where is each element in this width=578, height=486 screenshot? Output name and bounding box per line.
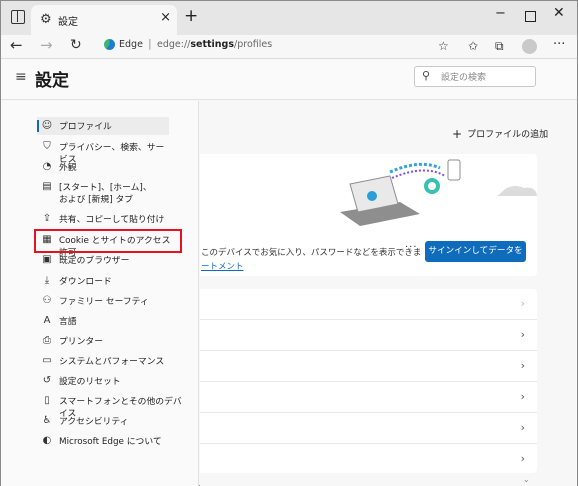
chevron-right-icon: › [520, 390, 525, 403]
gear-icon: ⚙ [40, 12, 52, 27]
start-home-icon: ▤ [42, 181, 52, 192]
address-bar[interactable]: Edge | edge://settings/profiles [97, 36, 477, 56]
list-item[interactable]: › [200, 413, 537, 444]
maximize-button[interactable] [525, 11, 536, 22]
settings-search-input[interactable]: ⚲ 設定の検索 [414, 66, 536, 87]
profile-avatar[interactable] [522, 39, 537, 54]
highlight-box [34, 229, 182, 253]
sidebar-item-label: 既定のブラウザー [59, 256, 130, 266]
sign-in-sync-button[interactable]: サインインしてデータを同期 [425, 241, 526, 277]
sidebar-item-label: 設定のリセット [59, 377, 121, 387]
sidebar-item-profiles[interactable]: ☺ プロファイル [37, 117, 169, 135]
phone-icon: ▯ [44, 395, 50, 406]
search-placeholder: 設定の検索 [441, 73, 487, 83]
profile-icon: ☺ [41, 120, 53, 131]
default-browser-icon: ▣ [42, 254, 52, 265]
tab-settings[interactable]: ⚙ 設定 × [31, 5, 177, 35]
search-icon: ⚲ [422, 69, 431, 82]
tab-title: 設定 [58, 17, 78, 28]
chevron-right-icon: › [520, 328, 525, 341]
site-label: Edge [119, 39, 143, 50]
address-separator: | [148, 37, 152, 50]
reset-icon: ↺ [42, 375, 52, 386]
settings-sidebar: ☺ プロファイル ⛉ プライバシー、検索、サービス ◔ 外観 ▤ [スタート]、… [1, 101, 199, 486]
language-icon: A [43, 315, 51, 326]
main-content: + プロファイルの追加 このデバイスでお気に入り、パスワードなどを表示できま ート… [200, 101, 577, 486]
back-button[interactable]: ← [10, 36, 23, 54]
forward-button[interactable]: → [40, 36, 53, 54]
printer-icon: ⎙ [43, 335, 51, 346]
chevron-right-icon: › [520, 359, 525, 372]
collections-icon[interactable]: ⧉ [495, 39, 504, 54]
sidebar-item-label: 外観 [59, 163, 77, 173]
reload-button[interactable]: ↻ [70, 37, 82, 53]
more-options-icon[interactable]: ··· [405, 242, 418, 253]
chevron-right-icon: › [520, 421, 525, 434]
add-favorite-icon[interactable]: ☆ [438, 39, 449, 53]
edge-icon: ◐ [42, 435, 52, 446]
list-item[interactable]: › [200, 320, 537, 351]
accessibility-icon: ♿ [42, 415, 52, 426]
sidebar-item-label: 共有、コピーして貼り付け [59, 215, 165, 225]
system-icon: ▭ [42, 355, 52, 366]
lock-icon: ⛉ [43, 141, 51, 152]
sidebar-item-label: プロファイル [59, 122, 112, 132]
download-icon: ⤓ [44, 275, 50, 286]
browser-window: ⚙ 設定 × + − ✕ ← → ↻ Edge | edge://setting… [0, 0, 578, 486]
page-title: 設定 [35, 71, 69, 91]
profile-settings-list: › › › › › › [200, 289, 537, 473]
tab-actions-icon[interactable] [11, 10, 25, 24]
sidebar-item-label: ファミリー セーフティ [59, 297, 149, 307]
sidebar-item-label: [スタート]、[ホーム]、および [新規] タブ [59, 183, 152, 205]
list-item[interactable]: › [200, 289, 537, 320]
list-item[interactable]: › [200, 351, 537, 382]
share-icon: ⇪ [42, 213, 52, 224]
family-icon: ⚇ [42, 295, 52, 306]
appearance-icon: ◔ [42, 161, 52, 172]
menu-icon[interactable]: ≡ [15, 69, 27, 85]
sync-description: このデバイスでお気に入り、パスワードなどを表示できま [201, 248, 422, 258]
close-tab-icon[interactable]: × [160, 10, 171, 25]
close-window-button[interactable]: ✕ [553, 5, 565, 21]
address-url[interactable]: edge://settings/profiles [157, 39, 272, 50]
sync-learn-more-link[interactable]: ートメント [201, 260, 244, 272]
list-item[interactable]: › [200, 444, 537, 475]
more-options-icon[interactable]: ··· [553, 37, 565, 52]
sidebar-item-label: プリンター [59, 337, 103, 347]
new-tab-button[interactable]: + [184, 6, 198, 26]
minimize-button[interactable]: − [495, 6, 506, 21]
sidebar-item-label: アクセシビリティ [59, 417, 129, 427]
sidebar-item-label: 言語 [59, 317, 77, 327]
chevron-right-icon: › [520, 297, 525, 310]
scroll-down-icon[interactable]: ⌄ [523, 475, 530, 484]
sync-illustration [340, 159, 537, 226]
sidebar-item-label: Microsoft Edge について [59, 437, 162, 447]
plus-icon: + [452, 127, 463, 141]
add-profile-button[interactable]: + プロファイルの追加 [452, 127, 548, 141]
sidebar-item-label: システムとパフォーマンス [59, 357, 165, 367]
sidebar-item-label: ダウンロード [59, 277, 112, 287]
title-bar: ⚙ 設定 × + − ✕ [1, 1, 577, 35]
add-profile-label: プロファイルの追加 [467, 130, 549, 140]
chevron-right-icon: › [520, 452, 525, 465]
edge-logo-icon [104, 39, 115, 50]
sync-card: このデバイスでお気に入り、パスワードなどを表示できま ートメント ··· サイン… [200, 154, 537, 277]
settings-header: ≡ 設定 ⚲ 設定の検索 [1, 60, 577, 100]
favorites-icon[interactable]: ✩ [468, 39, 478, 53]
list-item[interactable]: › [200, 382, 537, 413]
navigation-bar: ← → ↻ Edge | edge://settings/profiles ☆ … [1, 35, 577, 59]
